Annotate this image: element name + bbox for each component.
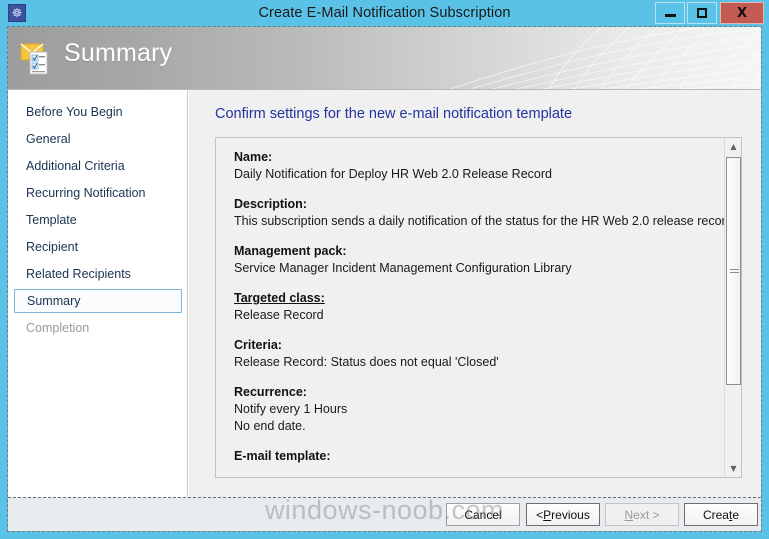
summary-label-email-template: E-mail template: bbox=[234, 449, 331, 463]
sidebar-item-general[interactable]: General bbox=[14, 127, 182, 151]
summary-value-criteria: Release Record: Status does not equal 'C… bbox=[234, 355, 499, 369]
summary-value-targeted-class: Release Record bbox=[234, 308, 324, 322]
sidebar-item-summary[interactable]: Summary bbox=[14, 289, 182, 313]
sidebar-item-related-recipients[interactable]: Related Recipients bbox=[14, 262, 182, 286]
summary-value-recurrence-interval: Notify every 1 Hours bbox=[234, 402, 348, 416]
summary-value-name: Daily Notification for Deploy HR Web 2.0… bbox=[234, 167, 552, 181]
summary-label-management-pack: Management pack: bbox=[234, 244, 347, 258]
create-button[interactable]: Crea t e bbox=[684, 503, 758, 526]
create-suffix: e bbox=[732, 507, 740, 522]
summary-section-targeted-class: Targeted class: Release Record bbox=[234, 290, 712, 324]
create-prefix: Crea bbox=[702, 507, 729, 522]
cancel-button-label: Cancel bbox=[464, 507, 502, 522]
next-accel: N bbox=[624, 507, 634, 522]
dialog-footer: Cancel < Previous Next > Crea t e bbox=[8, 497, 761, 531]
sidebar-item-completion: Completion bbox=[26, 321, 90, 335]
summary-panel: Name: Daily Notification for Deploy HR W… bbox=[215, 137, 742, 478]
summary-vertical-scrollbar[interactable]: ▲ ▼ bbox=[724, 138, 741, 477]
sidebar-item-before-you-begin[interactable]: Before You Begin bbox=[14, 100, 182, 124]
cancel-button[interactable]: Cancel bbox=[446, 503, 520, 526]
summary-label-description: Description: bbox=[234, 197, 307, 211]
content-heading: Confirm settings for the new e-mail noti… bbox=[215, 106, 573, 122]
banner-mesh-decoration bbox=[450, 27, 761, 89]
sidebar-item-recipient[interactable]: Recipient bbox=[14, 235, 182, 259]
summary-label-name: Name: bbox=[234, 150, 273, 164]
previous-accel: P bbox=[543, 507, 552, 522]
summary-value-recurrence-end: No end date. bbox=[234, 419, 306, 433]
summary-label-recurrence: Recurrence: bbox=[234, 385, 307, 399]
next-button: Next > bbox=[605, 503, 679, 526]
previous-suffix: revious bbox=[551, 507, 590, 522]
summary-value-description: This subscription sends a daily notifica… bbox=[234, 214, 737, 228]
sidebar-item-recurring-notification[interactable]: Recurring Notification bbox=[14, 181, 182, 205]
summary-text-area: Name: Daily Notification for Deploy HR W… bbox=[216, 138, 737, 477]
wizard-step-list: Before You Begin General Additional Crit… bbox=[8, 90, 188, 498]
close-button[interactable]: X bbox=[720, 2, 764, 24]
wizard-banner: Summary bbox=[8, 27, 761, 89]
next-suffix: ext > bbox=[633, 507, 660, 522]
summary-section-name: Name: Daily Notification for Deploy HR W… bbox=[234, 149, 712, 183]
summary-section-recurrence: Recurrence: Notify every 1 Hours No end … bbox=[234, 384, 712, 435]
email-template-icon bbox=[20, 43, 48, 75]
sidebar-item-additional-criteria[interactable]: Additional Criteria bbox=[14, 154, 182, 178]
summary-value-management-pack: Service Manager Incident Management Conf… bbox=[234, 261, 572, 275]
previous-prefix: < bbox=[536, 507, 544, 522]
sidebar-item-template[interactable]: Template bbox=[14, 208, 182, 232]
scroll-down-icon[interactable]: ▼ bbox=[725, 460, 741, 477]
page-title: Summary bbox=[64, 39, 173, 67]
summary-label-targeted-class: Targeted class: bbox=[234, 291, 325, 305]
scrollbar-grip-icon bbox=[730, 269, 739, 274]
summary-section-management-pack: Management pack: Service Manager Inciden… bbox=[234, 243, 712, 277]
previous-button[interactable]: < Previous bbox=[526, 503, 600, 526]
maximize-button[interactable] bbox=[687, 2, 717, 24]
maximize-icon bbox=[697, 8, 707, 18]
summary-label-criteria: Criteria: bbox=[234, 338, 282, 352]
summary-section-criteria: Criteria: Release Record: Status does no… bbox=[234, 337, 712, 371]
minimize-icon bbox=[664, 14, 676, 17]
scrollbar-thumb[interactable] bbox=[726, 157, 741, 385]
minimize-button[interactable] bbox=[655, 2, 685, 24]
dialog-window: ☸ Create E-Mail Notification Subscriptio… bbox=[0, 0, 769, 539]
dialog-body: Before You Begin General Additional Crit… bbox=[8, 89, 761, 498]
main-content: Confirm settings for the new e-mail noti… bbox=[189, 90, 761, 498]
title-bar: ☸ Create E-Mail Notification Subscriptio… bbox=[0, 0, 769, 27]
window-title: Create E-Mail Notification Subscription bbox=[258, 5, 511, 21]
summary-section-description: Description: This subscription sends a d… bbox=[234, 196, 737, 230]
scroll-up-icon[interactable]: ▲ bbox=[725, 138, 741, 155]
summary-section-email-template: E-mail template: bbox=[234, 448, 712, 465]
